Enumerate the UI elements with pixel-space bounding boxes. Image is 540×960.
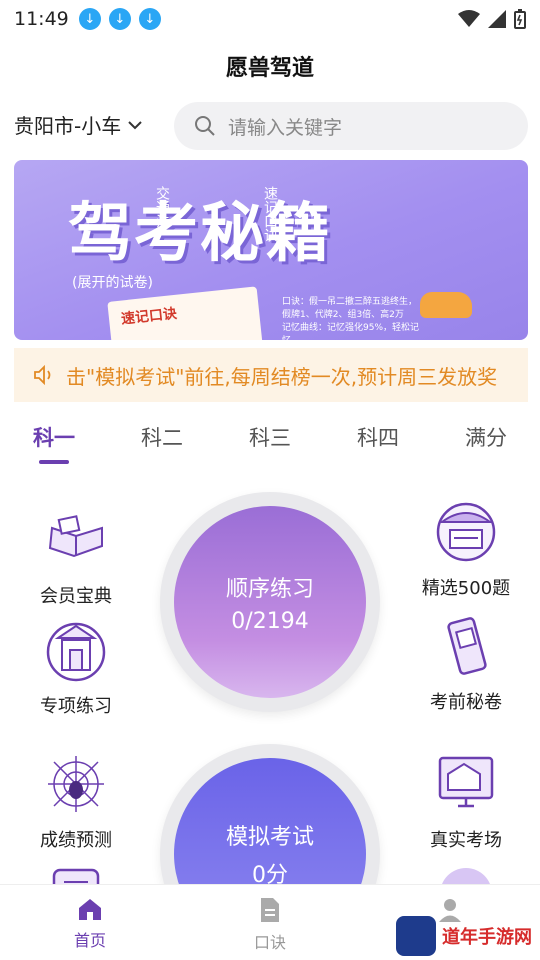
tab-subject-3[interactable]: 科三 bbox=[216, 418, 324, 472]
search-icon bbox=[195, 116, 215, 136]
mock-exam-title: 模拟考试 bbox=[225, 825, 314, 850]
status-time: 11:49 bbox=[14, 8, 69, 30]
tab-label: 科三 bbox=[249, 426, 291, 450]
home-icon bbox=[79, 899, 101, 920]
feature-label: 精选500题 bbox=[421, 578, 511, 599]
banner-info-line: 口诀：假一吊二撤三醉五逃终生， bbox=[282, 297, 418, 307]
feature-label: 专项练习 bbox=[40, 696, 112, 717]
promo-banner[interactable]: 驾考秘籍 交通法 速记口诀 (展开的试卷) 速记口诀 口诀：假一吊二撤三醉五逃终… bbox=[14, 160, 528, 340]
tab-subject-4[interactable]: 科四 bbox=[324, 418, 432, 472]
download-icon: ↓ bbox=[108, 8, 131, 30]
watermark: 道年手游网 bbox=[396, 914, 536, 958]
notice-text: 击"模拟考试"前往,每周结榜一次,预计周三发放奖 bbox=[66, 364, 498, 389]
cloud-icon bbox=[442, 868, 490, 884]
banner-info: 口诀：假一吊二撤三醉五逃终生， 假牌1、代牌2、组3倍、高2万 记忆曲线：记忆强… bbox=[282, 296, 422, 340]
special-practice-button[interactable]: 专项练习 bbox=[6, 618, 146, 718]
tab-label: 科一 bbox=[33, 426, 75, 450]
notice-bar[interactable]: 击"模拟考试"前往,每周结榜一次,预计周三发放奖 bbox=[14, 348, 528, 402]
sequential-practice-inner: 顺序练习 0/2194 bbox=[174, 506, 366, 698]
download-icon: ↓ bbox=[78, 8, 101, 30]
nav-label: 首页 bbox=[73, 931, 106, 950]
banner-title: 驾考秘籍 bbox=[68, 197, 332, 271]
signal-icon bbox=[488, 10, 506, 28]
download-icon: ↓ bbox=[138, 8, 161, 30]
search-input[interactable]: 请输入关键字 bbox=[174, 102, 528, 150]
watermark-text: 道年手游网 bbox=[442, 927, 532, 948]
document-stack-icon bbox=[52, 868, 100, 884]
sequential-practice-progress: 0/2194 bbox=[231, 608, 309, 634]
watermark-logo-icon bbox=[396, 916, 436, 956]
nav-mnemonics[interactable]: 口诀 bbox=[180, 885, 360, 960]
real-exam-room-button[interactable]: 真实考场 bbox=[396, 752, 536, 852]
spider-icon bbox=[48, 756, 104, 812]
city-label: 贵阳市-小车 bbox=[14, 114, 122, 138]
gate-icon bbox=[46, 622, 106, 682]
sequential-practice-button[interactable]: 顺序练习 0/2194 bbox=[160, 492, 380, 712]
feature-label: 会员宝典 bbox=[40, 586, 112, 607]
banner-tag-right: 速记口诀 bbox=[262, 186, 278, 242]
city-selector[interactable]: 贵阳市-小车 bbox=[14, 110, 143, 139]
sequential-practice-title: 顺序练习 bbox=[225, 576, 314, 602]
battery-icon bbox=[514, 9, 526, 29]
scroll-icon bbox=[447, 617, 487, 675]
search-placeholder: 请输入关键字 bbox=[228, 116, 343, 139]
subject-tabs: 科一 科二 科三 科四 满分 bbox=[0, 418, 540, 472]
banner-paper-label: (展开的试卷) bbox=[72, 275, 153, 291]
banner-info-line: 假牌1、代牌2、组3倍、高2万 bbox=[282, 310, 404, 320]
pre-exam-secret-button[interactable]: 考前秘卷 bbox=[396, 614, 536, 714]
pavilion-icon bbox=[436, 502, 496, 562]
status-icons bbox=[458, 9, 526, 29]
wifi-icon bbox=[458, 10, 480, 27]
member-handbook-button[interactable]: 会员宝典 bbox=[6, 508, 146, 608]
monitor-icon bbox=[438, 756, 494, 808]
status-bar: 11:49 ↓ ↓ ↓ bbox=[0, 0, 540, 38]
nav-home[interactable]: 首页 bbox=[0, 885, 180, 960]
tab-label: 科四 bbox=[357, 426, 399, 450]
feature-label: 考前秘卷 bbox=[430, 692, 502, 713]
speaker-icon bbox=[34, 364, 51, 386]
chevron-down-icon bbox=[128, 120, 142, 129]
open-book-icon bbox=[48, 515, 103, 558]
tab-underline bbox=[39, 460, 69, 464]
tab-subject-2[interactable]: 科二 bbox=[108, 418, 216, 472]
score-prediction-button[interactable]: 成绩预测 bbox=[6, 752, 146, 852]
page-title: 愿兽驾道 bbox=[225, 56, 314, 81]
tab-subject-1[interactable]: 科一 bbox=[0, 418, 108, 472]
feature-label: 成绩预测 bbox=[40, 830, 112, 851]
car-illustration bbox=[420, 292, 472, 318]
tab-full-score[interactable]: 满分 bbox=[432, 418, 540, 472]
selected-500-button[interactable]: 精选500题 bbox=[396, 500, 536, 600]
tab-label: 科二 bbox=[141, 426, 183, 450]
feature-label: 真实考场 bbox=[430, 830, 502, 851]
banner-paper: 速记口诀 bbox=[107, 286, 263, 340]
feature-partial bbox=[6, 862, 146, 884]
download-icons: ↓ ↓ ↓ bbox=[78, 8, 161, 30]
banner-tag-left: 交通法 bbox=[154, 186, 170, 228]
banner-info-line: 记忆曲线：记忆强化95%，轻松记忆 bbox=[282, 323, 420, 340]
feature-partial bbox=[396, 862, 536, 884]
document-icon bbox=[261, 898, 279, 922]
banner-paper-title: 速记口诀 bbox=[120, 305, 178, 328]
nav-label: 口诀 bbox=[253, 933, 286, 952]
tab-label: 满分 bbox=[465, 426, 507, 450]
